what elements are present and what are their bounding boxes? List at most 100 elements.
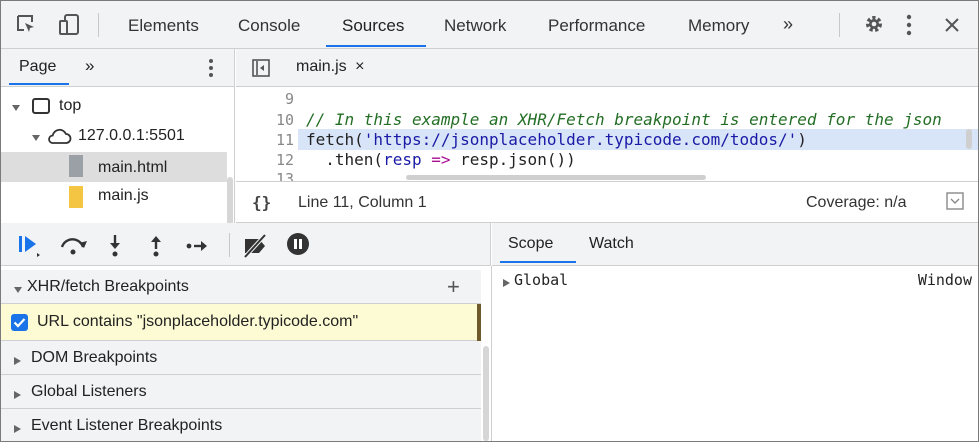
tree-label: main.js bbox=[98, 187, 149, 204]
scope-pane: Global Window bbox=[492, 266, 978, 441]
tree-item-origin[interactable]: 127.0.0.1:5501 bbox=[1, 122, 227, 152]
tab-sources[interactable]: Sources bbox=[342, 16, 404, 36]
kebab-menu-icon[interactable] bbox=[905, 13, 913, 37]
line-number[interactable]: 11 bbox=[276, 131, 294, 149]
expand-arrow-icon bbox=[11, 100, 21, 118]
code-line-comment: // In this example an XHR/Fetch breakpoi… bbox=[306, 110, 942, 129]
cloud-icon bbox=[46, 127, 72, 150]
navigator-more-button[interactable]: » bbox=[85, 56, 94, 76]
editor-vscrollbar[interactable] bbox=[966, 129, 972, 149]
step-out-icon[interactable] bbox=[148, 233, 164, 264]
step-into-icon[interactable] bbox=[107, 233, 123, 264]
expand-arrow-icon bbox=[13, 387, 22, 405]
navigator-header: Page » bbox=[1, 49, 235, 87]
add-xhr-breakpoint-button[interactable]: + bbox=[447, 274, 460, 300]
section-title: Event Listener Breakpoints bbox=[31, 417, 223, 434]
section-title: DOM Breakpoints bbox=[31, 349, 158, 366]
active-tab-indicator bbox=[9, 83, 69, 85]
tab-network[interactable]: Network bbox=[444, 16, 506, 36]
active-tab-indicator bbox=[326, 45, 426, 47]
tree-label: main.html bbox=[98, 159, 168, 176]
gear-icon[interactable] bbox=[863, 13, 885, 37]
code-string: 'https://jsonplaceholder.typicode.com/to… bbox=[363, 130, 798, 149]
toolbar-divider bbox=[229, 233, 230, 257]
tree-item-top[interactable]: top bbox=[1, 92, 227, 122]
tab-watch[interactable]: Watch bbox=[589, 235, 634, 253]
code-line-then: .then(resp => resp.json()) bbox=[306, 150, 576, 169]
toggle-navigator-icon[interactable] bbox=[252, 59, 270, 82]
sidebar-scrollbar[interactable] bbox=[483, 346, 489, 441]
event-listener-breakpoints-header[interactable]: Event Listener Breakpoints bbox=[1, 409, 481, 441]
resume-icon[interactable] bbox=[17, 233, 45, 264]
section-title: Global Listeners bbox=[31, 383, 147, 400]
tab-scope[interactable]: Scope bbox=[508, 235, 553, 253]
toolbar-divider bbox=[98, 13, 99, 37]
toolbar-divider bbox=[839, 13, 840, 37]
breakpoint-label: URL contains "jsonplaceholder.typicode.c… bbox=[37, 313, 359, 330]
tab-page[interactable]: Page bbox=[19, 58, 56, 76]
line-number-gutter: 9 10 11 12 13 bbox=[236, 87, 298, 181]
cursor-position: Line 11, Column 1 bbox=[298, 194, 427, 211]
frame-icon bbox=[31, 97, 51, 120]
more-tabs-button[interactable]: » bbox=[783, 14, 793, 35]
close-icon[interactable] bbox=[943, 16, 961, 40]
editor-file-tab-label: main.js bbox=[296, 58, 347, 75]
scope-value: Window bbox=[917, 271, 972, 289]
line-number[interactable]: 9 bbox=[285, 90, 294, 108]
code-line-fetch: fetch('https://jsonplaceholder.typicode.… bbox=[306, 130, 807, 149]
navigator-kebab-icon[interactable] bbox=[207, 57, 215, 84]
line-number[interactable]: 10 bbox=[276, 111, 294, 129]
breakpoint-marker bbox=[477, 304, 481, 341]
pane-divider[interactable] bbox=[491, 266, 492, 441]
xhr-breakpoint-item: URL contains "jsonplaceholder.typicode.c… bbox=[1, 304, 481, 341]
js-file-icon bbox=[69, 186, 83, 213]
dom-breakpoints-header[interactable]: DOM Breakpoints bbox=[1, 341, 481, 375]
coverage-status: Coverage: n/a bbox=[806, 194, 907, 211]
pretty-print-button[interactable]: {} bbox=[252, 193, 271, 212]
code-token: resp.json()) bbox=[460, 150, 576, 169]
section-title: XHR/fetch Breakpoints bbox=[27, 278, 189, 295]
device-toolbar-icon[interactable] bbox=[59, 13, 81, 37]
pause-on-exceptions-icon[interactable] bbox=[286, 232, 310, 261]
editor-tab-close-button[interactable]: × bbox=[355, 58, 364, 75]
navigator-scrollbar[interactable] bbox=[227, 177, 233, 223]
scope-row-global[interactable]: Global Window bbox=[492, 270, 976, 292]
code-token: .then( bbox=[306, 150, 384, 169]
tab-memory[interactable]: Memory bbox=[688, 16, 749, 36]
tree-label: 127.0.0.1:5501 bbox=[78, 127, 185, 144]
code-token: fetch( bbox=[306, 130, 364, 149]
expand-arrow-icon bbox=[502, 274, 511, 292]
code-arrow: => bbox=[421, 150, 461, 169]
devtools-window: Elements Console Sources Network Perform… bbox=[0, 0, 979, 442]
code-token: ) bbox=[797, 130, 807, 149]
xhr-breakpoints-header[interactable]: XHR/fetch Breakpoints + bbox=[1, 270, 481, 304]
global-listeners-header[interactable]: Global Listeners bbox=[1, 375, 481, 409]
editor-status-bar: {} Line 11, Column 1 Coverage: n/a bbox=[236, 181, 978, 223]
deactivate-breakpoints-icon[interactable] bbox=[241, 233, 271, 264]
active-tab-indicator bbox=[500, 261, 576, 263]
tree-label: top bbox=[59, 97, 82, 114]
expand-arrow-icon bbox=[13, 421, 22, 439]
step-icon[interactable] bbox=[185, 233, 211, 264]
scope-watch-tab-bar: Scope Watch bbox=[492, 223, 978, 266]
editor-tab-bar: main.js × bbox=[236, 49, 978, 87]
devtools-tab-bar: Elements Console Sources Network Perform… bbox=[1, 1, 978, 49]
code-editor[interactable]: 9 10 11 12 13 · · · // In this example a… bbox=[236, 87, 978, 181]
file-tree: top 127.0.0.1:5501 main.html main.js bbox=[1, 87, 235, 223]
expand-arrow-icon bbox=[31, 130, 41, 148]
inspect-element-icon[interactable] bbox=[15, 13, 39, 37]
line-number[interactable]: 12 bbox=[276, 151, 294, 169]
tree-item-main-js[interactable]: main.js bbox=[1, 183, 227, 213]
tree-item-main-html[interactable]: main.html bbox=[1, 152, 227, 182]
code-param: resp bbox=[383, 150, 422, 169]
breakpoint-checkbox[interactable] bbox=[11, 314, 28, 336]
tab-console[interactable]: Console bbox=[238, 16, 300, 36]
editor-hscrollbar[interactable] bbox=[406, 175, 706, 180]
step-over-icon[interactable] bbox=[58, 233, 88, 264]
coverage-toggle-icon[interactable] bbox=[946, 192, 964, 215]
tab-performance[interactable]: Performance bbox=[548, 16, 645, 36]
line-number[interactable]: 13 bbox=[276, 170, 294, 181]
editor-file-tab[interactable]: main.js × bbox=[296, 58, 364, 76]
tab-elements[interactable]: Elements bbox=[128, 16, 199, 36]
scope-label: Global bbox=[514, 271, 569, 289]
